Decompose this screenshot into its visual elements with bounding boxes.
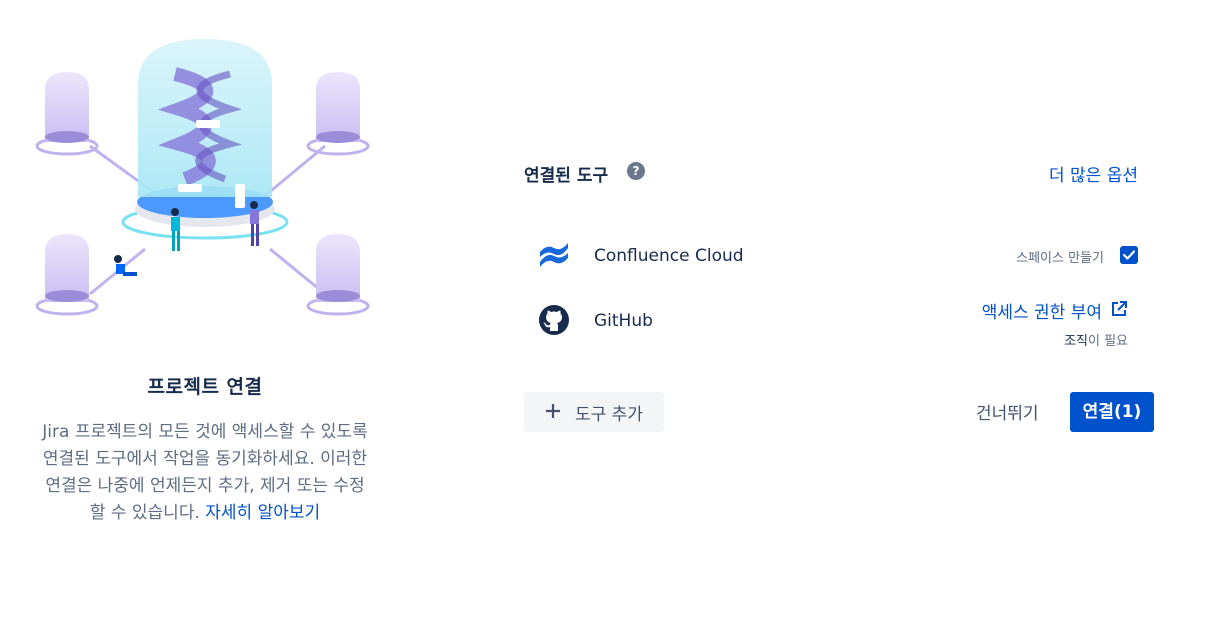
learn-more-link[interactable]: 자세히 알아보기 bbox=[205, 503, 320, 523]
check-icon bbox=[1123, 250, 1135, 260]
confluence-logo-icon bbox=[538, 239, 570, 271]
github-logo-icon bbox=[538, 304, 570, 336]
org-required-note: 조직이 필요 bbox=[1064, 330, 1128, 349]
connected-tools-title: 연결된 도구 bbox=[524, 166, 609, 186]
connected-tools-panel: 연결된 도구 ? 더 많은 옵션 Confluence Cloud 스페이스 만… bbox=[524, 155, 1154, 455]
create-space-checkbox[interactable] bbox=[1120, 246, 1138, 264]
question-icon[interactable]: ? bbox=[627, 162, 645, 180]
connect-button[interactable]: 연결(1) bbox=[1070, 392, 1154, 432]
add-tool-label: 도구 추가 bbox=[575, 405, 643, 425]
org-required-highlight: 조직 bbox=[1064, 334, 1088, 349]
tool-name: Confluence Cloud bbox=[594, 246, 744, 266]
intro-section: 프로젝트 연결 Jira 프로젝트의 모든 것에 액세스할 수 있도록 연결된 … bbox=[40, 372, 370, 527]
tool-row-github: GitHub 액세스 권한 부여 조직이 필요 bbox=[538, 298, 1154, 349]
external-link-icon[interactable] bbox=[1110, 300, 1128, 318]
plus-icon bbox=[546, 404, 560, 418]
intro-title: 프로젝트 연결 bbox=[147, 376, 263, 398]
skip-button[interactable]: 건너뛰기 bbox=[976, 399, 1039, 424]
grant-access-link[interactable]: 액세스 권한 부여 bbox=[982, 298, 1128, 323]
tool-name: GitHub bbox=[594, 311, 653, 331]
tool-row-confluence: Confluence Cloud 스페이스 만들기 bbox=[538, 235, 1154, 275]
project-connection-illustration bbox=[30, 34, 380, 324]
grant-access-label: 액세스 권한 부여 bbox=[981, 303, 1102, 323]
more-options-link[interactable]: 더 많은 옵션 bbox=[1049, 161, 1138, 186]
intro-description: Jira 프로젝트의 모든 것에 액세스할 수 있도록 연결된 도구에서 작업을… bbox=[40, 419, 370, 527]
org-required-rest: 이 필요 bbox=[1087, 334, 1128, 349]
add-tool-button[interactable]: 도구 추가 bbox=[524, 392, 664, 432]
create-space-label: 스페이스 만들기 bbox=[1016, 251, 1104, 266]
